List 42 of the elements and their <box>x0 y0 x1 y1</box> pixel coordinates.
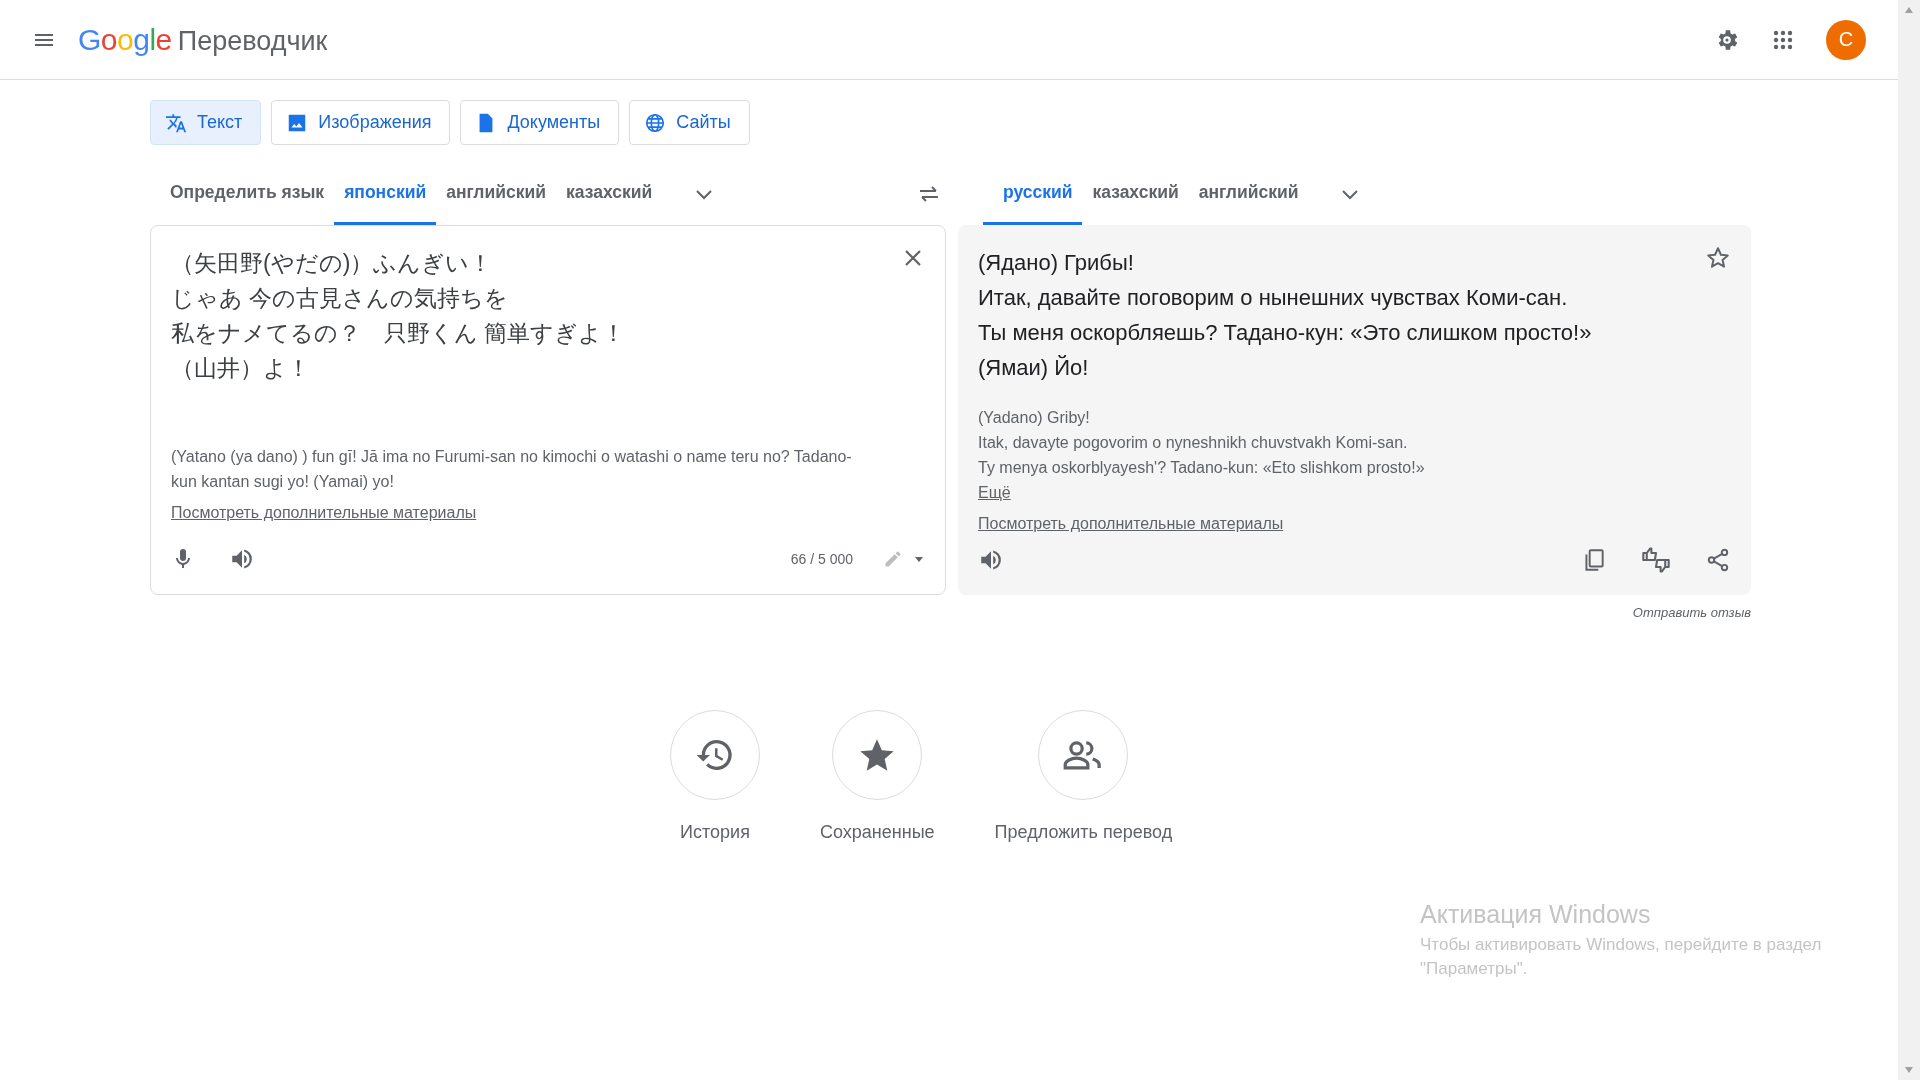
language-tab[interactable]: японский <box>334 163 437 225</box>
mode-tab[interactable]: Текст <box>150 100 262 145</box>
transliteration-text: (Yatano (ya dano) ) fun gī! Jā ima no Furumi-san no kimochi o watashi o name teru no? Tadano-kun kantan sugi yo! (Yamai) yo! <box>171 447 853 492</box>
language-tab[interactable]: Определить язык <box>150 163 335 225</box>
mode-tab[interactable]: Документы <box>460 100 620 145</box>
activation-title: Активация Windows <box>1420 900 1652 929</box>
character-count: 66 / 5 000 <box>790 551 853 567</box>
transliteration-line: Ty menya oskorblyayesh'? Tadano-kun: «Eto slishkom prosto!» <box>978 458 1426 478</box>
language-tab[interactable]: английский <box>1188 163 1309 225</box>
language-tab[interactable]: казахский <box>1082 163 1189 225</box>
language-tab[interactable]: английский <box>436 163 556 225</box>
globe-icon <box>644 111 667 134</box>
more-materials-link[interactable]: Посмотреть дополнительные материалы <box>978 515 1284 533</box>
activation-text: Чтобы активировать Windows, перейдите в раздел "Параметры". <box>1420 934 1823 980</box>
more-materials-link[interactable]: Посмотреть дополнительные материалы <box>171 504 477 522</box>
language-tab[interactable]: казахский <box>556 163 663 225</box>
source-text-line: 私をナメてるの？ 只野くん 簡単すぎよ！ <box>171 319 626 348</box>
translate-icon <box>165 111 187 134</box>
shortcut-label: История <box>680 822 750 843</box>
translation-line: (Ямаи) Йо! <box>978 354 1090 382</box>
shortcut-button[interactable] <box>1038 710 1129 800</box>
thumbs-up-down-icon[interactable] <box>1641 546 1671 574</box>
source-text-panel[interactable] <box>150 225 946 595</box>
star-icon[interactable] <box>1705 245 1731 271</box>
mode-tab[interactable]: Сайты <box>629 100 750 145</box>
send-feedback-link[interactable]: Отправить отзыв <box>1632 605 1751 620</box>
share-icon[interactable] <box>1705 547 1731 573</box>
shortcut-label: Сохраненные <box>820 822 935 843</box>
product-name: Переводчик <box>177 25 328 57</box>
logo[interactable]: Google <box>78 22 172 57</box>
transliteration-line: (Yadano) Griby! <box>978 408 1091 428</box>
source-text-line: じゃあ 今の古見さんの気持ちを <box>171 284 510 313</box>
shortcut-label: Предложить перевод <box>994 822 1173 843</box>
mode-tab[interactable]: Изображения <box>271 100 451 145</box>
more-link[interactable]: Ещё <box>978 480 1011 505</box>
translation-line: (Ядано) Грибы! <box>978 249 1135 277</box>
account-avatar[interactable]: C <box>1826 19 1866 60</box>
translation-line: Итак, давайте поговорим о нынешних чувствах Коми-сан. <box>978 284 1569 312</box>
transliteration-line: Itak, davayte pogovorim o nyneshnikh chuvstvakh Komi-san. <box>978 433 1409 453</box>
translation-line: Ты меня оскорбляешь? Тадано-кун: «Это слишком просто!» <box>978 319 1592 347</box>
source-text-line: （矢田野(やだの)）ふんぎい！ <box>171 249 494 278</box>
source-text-line: （山井）よ！ <box>171 354 311 383</box>
